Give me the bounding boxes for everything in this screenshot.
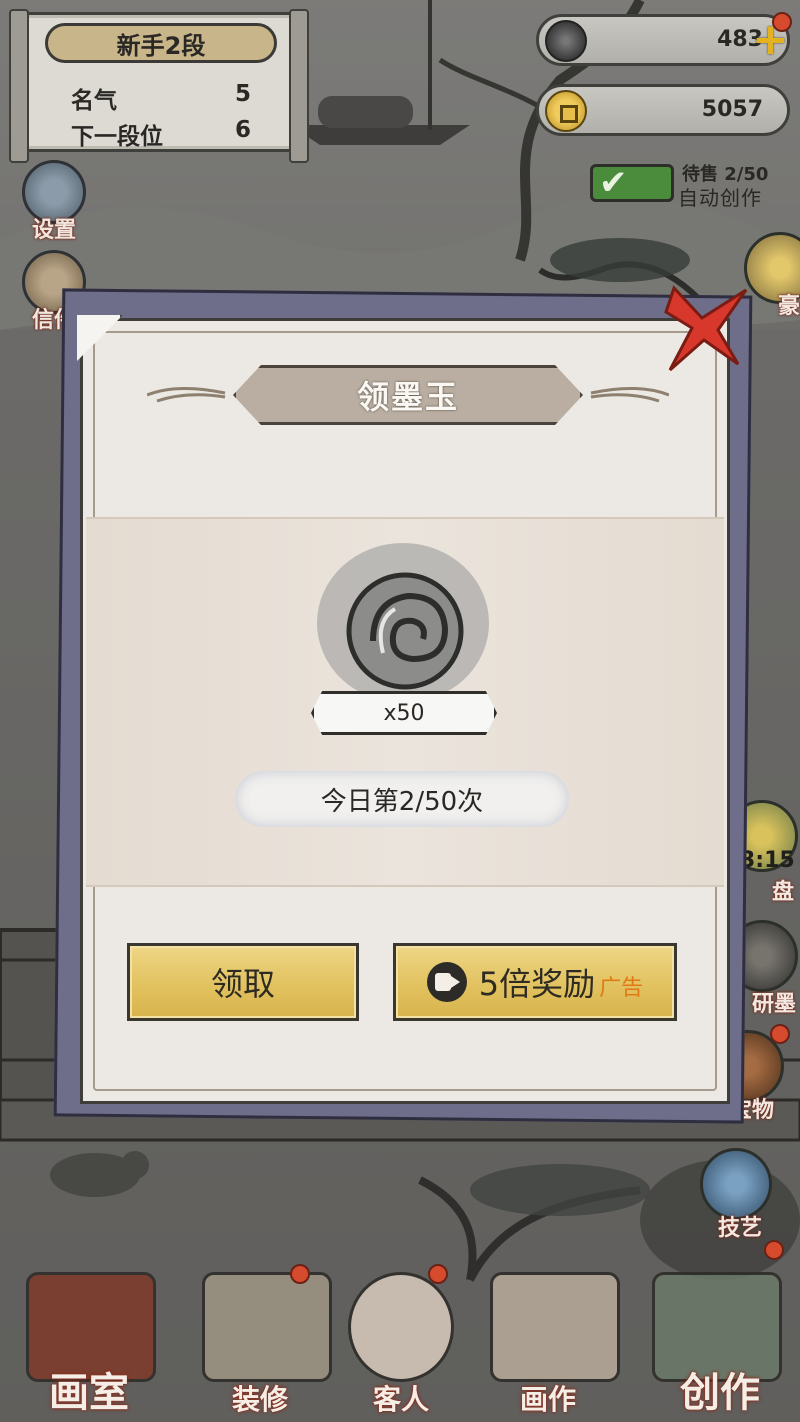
skills-button[interactable]: 技艺 [692, 1148, 788, 1248]
nav-guests[interactable]: 客人 [338, 1262, 464, 1422]
checkmark-icon[interactable] [590, 163, 674, 203]
nav-decorate[interactable]: 装修 [190, 1262, 332, 1422]
watch-ad-5x-button[interactable]: 5倍奖励 广告 [393, 943, 677, 1021]
notification-dot-icon [290, 1264, 310, 1284]
rank-title: 新手2段 [45, 23, 277, 63]
next-rank-label: 下一段位 [71, 124, 163, 150]
notification-dot-icon [764, 1240, 784, 1260]
claim-button[interactable]: 领取 [127, 943, 359, 1021]
claim-button-label: 领取 [210, 965, 275, 1003]
nav-paintings-label: 画作 [519, 1383, 576, 1416]
nav-studio-label: 画室 [49, 1370, 129, 1416]
ad-claim-label: 5倍奖励 [478, 965, 596, 1003]
nav-guests-label: 客人 [372, 1383, 429, 1416]
nav-paintings[interactable]: 画作 [478, 1262, 620, 1422]
fame-value: 5 [234, 81, 251, 107]
decorate-book-icon [202, 1272, 332, 1382]
coins-amount: 5057 [701, 97, 763, 122]
claim-ink-jade-dialog: 领墨玉 x50 今日第2/50次 领取 5倍奖励 广告 [77, 315, 730, 1104]
ink-jade-icon [545, 20, 587, 62]
notification-dot-icon [428, 1264, 448, 1284]
coins-counter[interactable]: 5057 [536, 84, 790, 136]
rank-panel[interactable]: 新手2段 名气 5 下一段位 6 [9, 9, 309, 163]
wheel-timer: 3:15 [740, 848, 795, 873]
ad-tag: 广告 [599, 976, 644, 1001]
title-right-ornament [590, 386, 669, 403]
nav-decorate-label: 装修 [231, 1383, 288, 1416]
next-rank-value: 6 [234, 117, 251, 143]
reward-amount-tag: x50 [311, 691, 497, 735]
ink-jade-reward-icon [317, 543, 489, 703]
video-camera-icon [426, 962, 467, 1002]
daily-claim-count: 今日第2/50次 [235, 771, 569, 827]
auto-create-label: 自动创作 [678, 186, 762, 210]
skills-label: 技艺 [717, 1216, 762, 1241]
nav-studio[interactable]: 画室 [14, 1262, 164, 1422]
close-x-icon[interactable] [652, 282, 752, 382]
painting-scroll-icon [490, 1272, 620, 1382]
fame-label: 名气 [71, 88, 117, 114]
notification-dot-icon [770, 1024, 790, 1044]
next-rank-row: 下一段位 6 [71, 117, 251, 151]
guest-avatar-icon [348, 1272, 454, 1382]
nav-create-label: 创作 [680, 1370, 760, 1416]
coin-icon [545, 90, 587, 132]
fame-row: 名气 5 [71, 81, 251, 115]
settings-label: 设置 [31, 218, 76, 243]
title-left-ornament [147, 386, 226, 403]
auto-create-toggle[interactable]: 待售 2/50 自动创作 [590, 160, 790, 212]
notification-dot-icon [772, 12, 792, 32]
nav-create[interactable]: 创作 [640, 1240, 800, 1422]
dialog-title: 领墨玉 [233, 365, 583, 425]
